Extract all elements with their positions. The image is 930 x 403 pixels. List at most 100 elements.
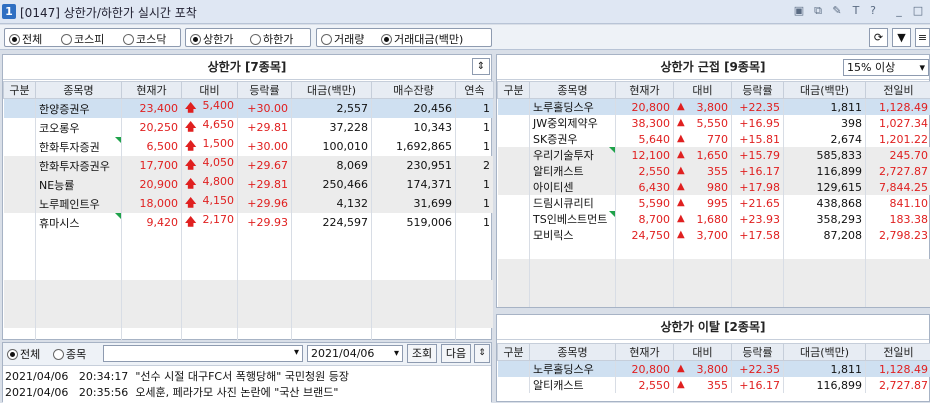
stock-name[interactable] [530,243,616,259]
panel-expand-icon[interactable]: ⇕ [474,344,490,363]
panel-expand-icon[interactable]: ⇕ [472,58,490,75]
minimize-icon[interactable]: _ [892,4,906,18]
radio-sort-volume[interactable]: 거래량 [321,31,364,47]
table-row[interactable]: 드림시큐리티5,590▲995+21.65438,868841.10 [498,195,930,211]
column-header[interactable]: 현재가 [122,82,182,99]
column-header[interactable]: 대비 [674,344,732,361]
column-header[interactable]: 등락률 [732,344,784,361]
column-header[interactable]: 매수잔량 [372,82,456,99]
column-header[interactable]: 등락률 [238,82,292,99]
stock-name[interactable] [36,280,122,296]
stock-name[interactable]: 한양증권우 [36,99,122,119]
table-row[interactable]: 한양증권우23,400🡅5,400+30.002,55720,4561 [4,99,494,119]
stock-name[interactable] [36,232,122,248]
table-row[interactable]: 우리기술투자12,100▲1,650+15.79585,833245.70 [498,147,930,163]
stock-name[interactable] [36,296,122,312]
font-size-icon[interactable]: T [849,4,863,18]
stock-name[interactable]: 아이티센 [530,179,616,195]
stock-name[interactable] [36,248,122,264]
table-row[interactable] [4,312,494,328]
column-header[interactable]: 구분 [498,82,530,99]
table-row[interactable]: TS인베스트먼트8,700▲1,680+23.93358,293183.38 [498,211,930,227]
column-header[interactable]: 구분 [4,82,36,99]
stock-name[interactable]: 노루홀딩스우 [530,361,616,378]
radio-news-stock[interactable]: 종목 [53,346,86,362]
column-header[interactable]: 연속 [456,82,494,99]
stock-name[interactable] [530,291,616,307]
table-row[interactable] [498,259,930,275]
table-row[interactable] [4,264,494,280]
table-row[interactable]: 알티캐스트2,550▲355+16.17116,8992,727.87 [498,377,930,393]
stock-name[interactable]: 드림시큐리티 [530,195,616,211]
table-row[interactable]: SK증권우5,640▲770+15.812,6741,201.22 [498,131,930,147]
column-header[interactable]: 등락률 [732,82,784,99]
news-item[interactable]: 2021/04/06 20:35:56 오세훈, 페라가모 사진 논란에 "국산… [5,384,338,400]
radio-lower-limit[interactable]: 하한가 [250,31,293,47]
table-row[interactable]: 노루페인트우18,000🡅4,150+29.964,13231,6991 [4,194,494,213]
column-header[interactable]: 대금(백만) [784,82,866,99]
help-icon[interactable]: ? [866,4,880,18]
table-row[interactable] [4,296,494,312]
column-header[interactable]: 구분 [498,344,530,361]
stock-name[interactable]: TS인베스트먼트 [530,211,616,227]
stock-name[interactable]: 알티캐스트 [530,163,616,179]
stock-name[interactable]: 알티캐스트 [530,377,616,393]
stock-name[interactable] [530,259,616,275]
tool-icon[interactable]: ✎ [830,4,844,18]
radio-sort-amount[interactable]: 거래대금(백만) [381,31,463,47]
table-row[interactable]: NE능률20,900🡅4,800+29.81250,466174,3711 [4,175,494,194]
link-icon[interactable]: ▣ [792,4,806,18]
stock-name[interactable]: 모비릭스 [530,227,616,243]
rate-filter-select[interactable]: 15% 이상▾ [843,59,929,76]
stock-name[interactable]: 노루페인트우 [36,194,122,213]
column-header[interactable]: 현재가 [616,82,674,99]
table-row[interactable]: 코오롱우20,250🡅4,650+29.8137,22810,3431 [4,118,494,137]
stock-name[interactable]: 코오롱우 [36,118,122,137]
table-row[interactable]: JW중외제약우38,300▲5,550+16.953981,027.34 [498,115,930,131]
maximize-icon[interactable]: □ [911,4,925,18]
radio-upper-limit[interactable]: 상한가 [190,31,233,47]
search-button[interactable]: 조회 [407,344,437,363]
table-row[interactable]: 노루홀딩스우20,800▲3,800+22.351,8111,128.49 [498,99,930,116]
stock-select[interactable]: ▾ [103,345,303,362]
stock-name[interactable]: 휴마시스 [36,213,122,232]
stock-name[interactable]: 한화투자증권 [36,137,122,156]
stock-name[interactable]: 노루홀딩스우 [530,99,616,116]
column-header[interactable]: 종목명 [36,82,122,99]
date-picker[interactable]: 2021/04/06▾ [307,345,403,362]
table-row[interactable] [4,248,494,264]
stock-name[interactable] [36,312,122,328]
table-row[interactable]: 모비릭스24,750▲3,700+17.5887,2082,798.23 [498,227,930,243]
radio-market-kosdaq[interactable]: 코스닥 [123,31,166,47]
stock-name[interactable]: 우리기술투자 [530,147,616,163]
refresh-icon[interactable]: ⟳ [869,28,888,47]
window-copy-icon[interactable]: ⧉ [811,4,825,18]
settings-icon[interactable]: ≡ [915,28,930,47]
column-header[interactable]: 현재가 [616,344,674,361]
table-row[interactable]: 아이티센6,430▲980+17.98129,6157,844.25 [498,179,930,195]
column-header[interactable]: 종목명 [530,344,616,361]
column-header[interactable]: 대비 [182,82,238,99]
table-row[interactable]: 노루홀딩스우20,800▲3,800+22.351,8111,128.49 [498,361,930,378]
news-item[interactable]: 2021/04/06 20:34:17 "선수 시절 대구FC서 폭행당해" 국… [5,368,349,384]
stock-name[interactable]: NE능률 [36,175,122,194]
stock-name[interactable] [36,264,122,280]
column-header[interactable]: 종목명 [530,82,616,99]
column-header[interactable]: 대금(백만) [292,82,372,99]
radio-news-all[interactable]: 전체 [7,346,40,362]
table-row[interactable] [498,275,930,291]
table-row[interactable] [4,232,494,248]
dropdown-menu-icon[interactable]: ▼ [892,28,911,47]
table-row[interactable]: 알티캐스트2,550▲355+16.17116,8992,727.87 [498,163,930,179]
table-row[interactable]: 한화투자증권우17,700🡅4,050+29.678,069230,9512 [4,156,494,175]
table-row[interactable] [498,243,930,259]
radio-market-kospi[interactable]: 코스피 [61,31,104,47]
table-row[interactable] [498,291,930,307]
stock-name[interactable]: SK증권우 [530,131,616,147]
column-header[interactable]: 대비 [674,82,732,99]
table-row[interactable]: 한화투자증권6,500🡅1,500+30.00100,0101,692,8651 [4,137,494,156]
column-header[interactable]: 대금(백만) [784,344,866,361]
next-button[interactable]: 다음 [441,344,471,363]
stock-name[interactable]: JW중외제약우 [530,115,616,131]
column-header[interactable]: 전일비 [866,344,930,361]
